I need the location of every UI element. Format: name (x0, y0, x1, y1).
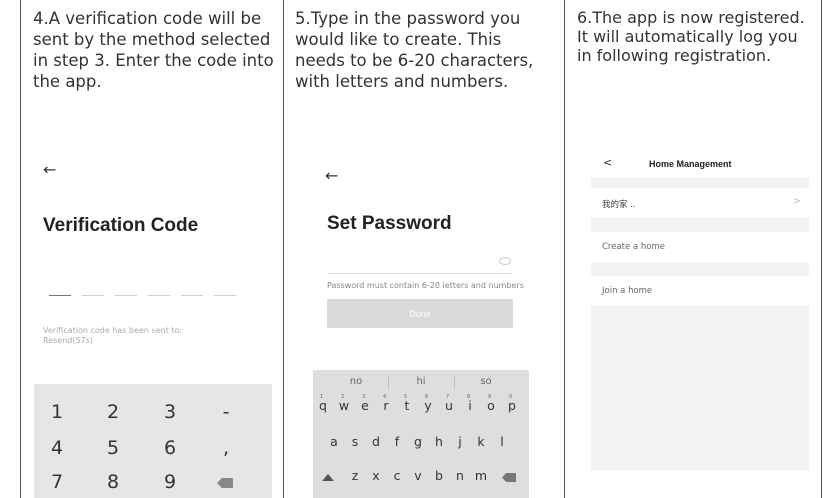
key-comma[interactable]: , (211, 437, 241, 459)
backspace-icon[interactable] (502, 473, 516, 482)
back-arrow-icon[interactable]: ← (325, 166, 338, 185)
key-8[interactable]: 8 (98, 471, 128, 493)
key-q[interactable]: q (314, 398, 332, 413)
verification-code-title: Verification Code (43, 215, 199, 236)
key-l[interactable]: l (493, 434, 511, 449)
key-f[interactable]: f (388, 434, 406, 449)
key-y[interactable]: y (419, 398, 437, 413)
set-password-title: Set Password (327, 213, 452, 234)
key-c[interactable]: c (388, 468, 406, 483)
key-v[interactable]: v (409, 468, 427, 483)
create-home-row[interactable]: Create a home (591, 232, 809, 262)
key-o[interactable]: o (482, 398, 500, 413)
step-5-instruction: 5.Type in the password you would like to… (295, 9, 534, 91)
shift-icon[interactable] (322, 474, 334, 481)
key-m[interactable]: m (472, 468, 490, 483)
step-5-panel: 5.Type in the password you would like to… (283, 0, 565, 498)
key-i[interactable]: i (461, 398, 479, 413)
step-6-instruction: 6.The app is now registered. It will aut… (577, 8, 805, 65)
eye-icon[interactable] (499, 257, 511, 265)
back-icon[interactable]: < (603, 156, 612, 169)
key-n[interactable]: n (451, 468, 469, 483)
key-4[interactable]: 4 (42, 437, 72, 459)
key-e[interactable]: e (356, 398, 374, 413)
key-h[interactable]: h (430, 434, 448, 449)
chevron-right-icon: > (792, 196, 801, 207)
step-4-instruction: 4.A verification code will be sent by th… (33, 9, 274, 91)
key-k[interactable]: k (472, 434, 490, 449)
screen-title: Home Management (649, 159, 732, 169)
key-9[interactable]: 9 (155, 471, 185, 493)
suggestion-so[interactable]: so (456, 376, 516, 387)
done-button[interactable]: Done (327, 299, 513, 328)
key-g[interactable]: g (409, 434, 427, 449)
key-s[interactable]: s (346, 434, 364, 449)
home-management-screen: < Home Management 我的家 .. > Create a home… (591, 150, 809, 470)
key-u[interactable]: u (440, 398, 458, 413)
key-x[interactable]: x (367, 468, 385, 483)
key-7[interactable]: 7 (42, 471, 72, 493)
backspace-icon[interactable] (217, 478, 233, 488)
key-j[interactable]: j (451, 434, 469, 449)
resend-link[interactable]: Resend(57s) (43, 336, 93, 346)
key-2[interactable]: 2 (98, 401, 128, 423)
back-arrow-icon[interactable]: ← (43, 160, 56, 179)
suggestion-hi[interactable]: hi (391, 376, 451, 387)
key-a[interactable]: a (325, 434, 343, 449)
header-bar: < Home Management (591, 150, 809, 178)
key-b[interactable]: b (430, 468, 448, 483)
home-row[interactable]: 我的家 .. > (591, 188, 809, 218)
suggestion-no[interactable]: no (326, 376, 386, 387)
key-dash[interactable]: - (211, 401, 241, 423)
numeric-keypad: 1 2 3 - 4 5 6 , 7 8 9 (34, 384, 272, 498)
key-3[interactable]: 3 (155, 401, 185, 423)
key-6[interactable]: 6 (155, 437, 185, 459)
qwerty-keyboard: no hi so 1 2 3 4 5 6 7 8 9 0 q w e r t y… (313, 370, 529, 498)
create-home-label: Create a home (602, 242, 665, 252)
home-name: 我的家 .. (602, 200, 636, 210)
key-t[interactable]: t (398, 398, 416, 413)
key-1[interactable]: 1 (42, 401, 72, 423)
join-home-row[interactable]: Join a home (591, 276, 809, 306)
join-home-label: Join a home (602, 286, 653, 296)
password-hint: Password must contain 6-20 letters and n… (327, 281, 524, 290)
key-z[interactable]: z (346, 468, 364, 483)
key-p[interactable]: p (503, 398, 521, 413)
code-sent-text: Verification code has been sent to: (43, 326, 183, 335)
key-d[interactable]: d (367, 434, 385, 449)
key-5[interactable]: 5 (98, 437, 128, 459)
step-6-panel: 6.The app is now registered. It will aut… (565, 0, 822, 498)
key-w[interactable]: w (335, 398, 353, 413)
step-4-panel: 4.A verification code will be sent by th… (20, 0, 284, 498)
key-r[interactable]: r (377, 398, 395, 413)
